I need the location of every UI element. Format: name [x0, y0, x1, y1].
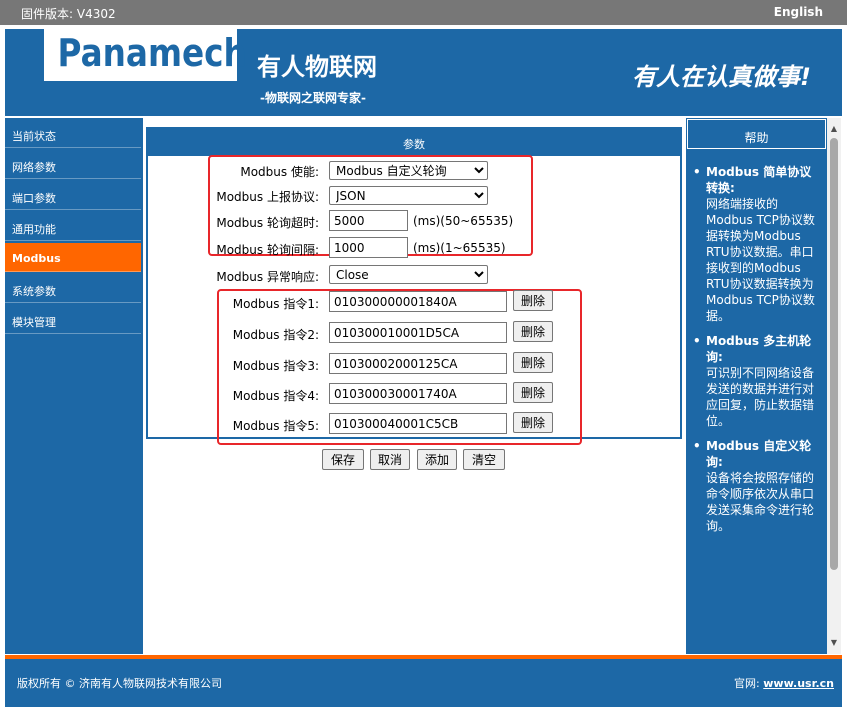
sidebar-item-status[interactable]: 当前状态: [5, 119, 141, 148]
delete-command-3-button[interactable]: 删除: [513, 352, 553, 373]
scrollbar-thumb[interactable]: [830, 138, 838, 570]
help-item: Modbus 多主机轮询: 可识别不同网络设备发送的数据并进行对应回复，防止数据…: [693, 333, 823, 429]
help-item: Modbus 自定义轮询: 设备将会按照存储的命令顺序依次从串口发送采集命令进行…: [693, 438, 823, 534]
add-button[interactable]: 添加: [417, 449, 457, 470]
modbus-enable-select[interactable]: Modbus 自定义轮询: [329, 161, 488, 180]
save-button[interactable]: 保存: [322, 449, 364, 470]
logo: Panamech: [44, 29, 247, 81]
language-switch-link[interactable]: English: [774, 5, 823, 19]
brand-slogan: 有人在认真做事!: [632, 63, 811, 91]
modbus-timeout-label: Modbus 轮询超时:: [216, 216, 319, 230]
footer: 版权所有 © 济南有人物联网技术有限公司 官网: www.usr.cn: [5, 659, 842, 707]
official-site-link[interactable]: www.usr.cn: [763, 677, 834, 690]
modbus-interval-label: Modbus 轮询间隔:: [216, 243, 319, 257]
modbus-timeout-input[interactable]: [329, 210, 408, 231]
modbus-command-5-label: Modbus 指令5:: [232, 419, 319, 433]
sidebar-item-system[interactable]: 系统参数: [5, 274, 141, 303]
modbus-interval-input[interactable]: [329, 237, 408, 258]
help-item-text: 网络端接收的Modbus TCP协议数据转换为Modbus RTU协议数据。串口…: [706, 197, 815, 323]
delete-command-5-button[interactable]: 删除: [513, 412, 553, 433]
cancel-button[interactable]: 取消: [370, 449, 410, 470]
panel-title: 参数: [148, 129, 680, 156]
help-list: Modbus 简单协议转换: 网络端接收的Modbus TCP协议数据转换为Mo…: [686, 150, 827, 534]
modbus-command-1-input[interactable]: [329, 291, 507, 312]
help-item-text: 设备将会按照存储的命令顺序依次从串口发送采集命令进行轮询。: [706, 471, 815, 533]
help-item-text: 可识别不同网络设备发送的数据并进行对应回复，防止数据错位。: [706, 366, 815, 428]
official-site-label: 官网:: [734, 677, 760, 690]
help-item-title: Modbus 自定义轮询:: [706, 439, 812, 469]
scroll-down-arrow-icon[interactable]: ▼: [827, 636, 841, 650]
modbus-command-4-label: Modbus 指令4:: [232, 389, 319, 403]
sidebar-item-module[interactable]: 模块管理: [5, 305, 141, 334]
modbus-timeout-unit: (ms)(50~65535): [413, 214, 514, 228]
modbus-command-2-input[interactable]: [329, 322, 507, 343]
scroll-up-arrow-icon[interactable]: ▲: [827, 122, 841, 136]
delete-command-4-button[interactable]: 删除: [513, 382, 553, 403]
official-site: 官网: www.usr.cn: [734, 675, 834, 691]
modbus-command-5-input[interactable]: [329, 413, 507, 434]
header-banner: Panamech 有人物联网 -物联网之联网专家- 有人在认真做事!: [5, 29, 842, 116]
help-item-title: Modbus 简单协议转换:: [706, 165, 812, 195]
sidebar-item-network[interactable]: 网络参数: [5, 150, 141, 179]
modbus-enable-label: Modbus 使能:: [240, 165, 319, 179]
modbus-exception-select[interactable]: Close: [329, 265, 488, 284]
help-item: Modbus 简单协议转换: 网络端接收的Modbus TCP协议数据转换为Mo…: [693, 164, 823, 324]
help-item-title: Modbus 多主机轮询:: [706, 334, 812, 364]
modbus-interval-unit: (ms)(1~65535): [413, 241, 506, 255]
main-content: 参数 Modbus 使能: Modbus 自定义轮询 Modbus 上报协议: …: [146, 127, 682, 470]
brand-name: 有人物联网: [257, 53, 377, 81]
copyright-text: 版权所有 © 济南有人物联网技术有限公司: [17, 677, 222, 690]
modbus-command-4-input[interactable]: [329, 383, 507, 404]
modbus-command-3-label: Modbus 指令3:: [232, 359, 319, 373]
sidebar-item-port[interactable]: 端口参数: [5, 181, 141, 210]
sidebar-item-general[interactable]: 通用功能: [5, 212, 141, 241]
delete-command-1-button[interactable]: 删除: [513, 290, 553, 311]
help-panel: 帮助 Modbus 简单协议转换: 网络端接收的Modbus TCP协议数据转换…: [686, 118, 827, 654]
parameters-panel: 参数 Modbus 使能: Modbus 自定义轮询 Modbus 上报协议: …: [146, 127, 682, 445]
sidebar-item-modbus[interactable]: Modbus: [5, 243, 141, 272]
top-bar: 固件版本: V4302 English: [0, 0, 847, 25]
modbus-report-protocol-select[interactable]: JSON: [329, 186, 488, 205]
modbus-command-3-input[interactable]: [329, 353, 507, 374]
modbus-exception-label: Modbus 异常响应:: [216, 270, 319, 284]
help-title: 帮助: [687, 119, 826, 149]
help-scrollbar[interactable]: ▲ ▼: [827, 118, 841, 654]
modbus-command-2-label: Modbus 指令2:: [232, 328, 319, 342]
brand-tagline: -物联网之联网专家-: [260, 91, 366, 105]
delete-command-2-button[interactable]: 删除: [513, 321, 553, 342]
clear-button[interactable]: 清空: [463, 449, 505, 470]
modbus-command-1-label: Modbus 指令1:: [232, 297, 319, 311]
sidebar-menu: 当前状态 网络参数 端口参数 通用功能 Modbus 系统参数 模块管理: [5, 118, 143, 654]
firmware-version: 固件版本: V4302: [21, 7, 116, 21]
logo-text: Panamech: [57, 31, 247, 75]
modbus-report-protocol-label: Modbus 上报协议:: [216, 190, 319, 204]
action-bar: 保存 取消 添加 清空: [146, 439, 682, 470]
